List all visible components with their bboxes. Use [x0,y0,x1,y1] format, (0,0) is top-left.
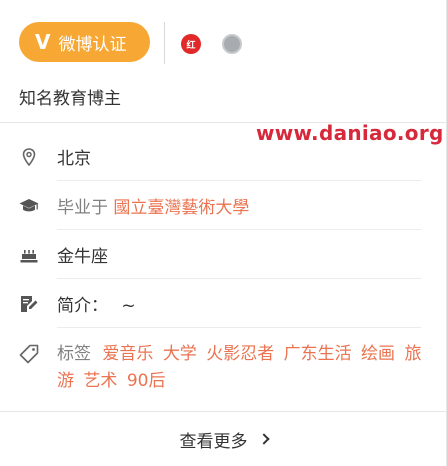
verified-badge-label: 微博认证 [58,34,127,55]
info-list: 北京 毕业于 國立臺灣藝術大學 金牛座 简介： ~ 标签 爱音乐 大学 火影忍者… [0,132,447,410]
divider [164,22,165,64]
tag-link[interactable]: 爱音乐 [102,344,153,364]
info-item-bio: 简介： ~ [0,279,447,328]
cake-icon [19,245,39,265]
info-item-education: 毕业于 國立臺灣藝術大學 [0,181,447,230]
intro-text: 知名教育博主 [19,89,121,109]
tag-link[interactable]: 大学 [163,344,197,364]
bio-label: 简介： [57,296,108,316]
info-item-birthday: 金牛座 [0,230,447,279]
tag-link[interactable]: 90后 [127,371,166,391]
tags-label: 标签 [57,344,91,364]
tag-link[interactable]: 广东生活 [284,344,352,364]
bio-text: 简介： ~ [57,291,136,316]
info-item-tags: 标签 爱音乐 大学 火影忍者 广东生活 绘画 旅游 艺术 90后 [0,328,447,410]
red-medal-icon[interactable]: 红 [181,34,201,54]
birthday-text: 金牛座 [57,247,108,267]
edit-icon [19,294,39,314]
silver-medal-icon[interactable] [222,34,242,54]
tag-link[interactable]: 绘画 [361,344,395,364]
graduation-cap-icon [19,196,39,216]
tags-text: 标签 爱音乐 大学 火影忍者 广东生活 绘画 旅游 艺术 90后 [57,341,427,395]
location-pin-icon [19,147,39,167]
tag-icon [19,344,39,364]
education-text: 毕业于 國立臺灣藝術大學 [57,193,249,218]
see-more-button[interactable]: 查看更多 [0,412,447,466]
profile-info-card: V 微博认证 红 知名教育博主 www.daniao.org 北京 毕业于 國立… [0,0,447,466]
location-text: 北京 [57,149,91,169]
tag-link[interactable]: 火影忍者 [206,344,274,364]
tag-link[interactable]: 艺术 [83,371,117,391]
see-more-label: 查看更多 [179,431,248,452]
education-prefix: 毕业于 [57,198,108,218]
info-item-location: 北京 [0,132,447,181]
chevron-right-icon [257,433,270,445]
v-icon: V [35,30,51,54]
school-link[interactable]: 國立臺灣藝術大學 [113,198,249,218]
badge-row: V 微博认证 红 [19,22,439,64]
weibo-verified-badge[interactable]: V 微博认证 [19,22,150,62]
bio-value: ~ [121,296,136,316]
